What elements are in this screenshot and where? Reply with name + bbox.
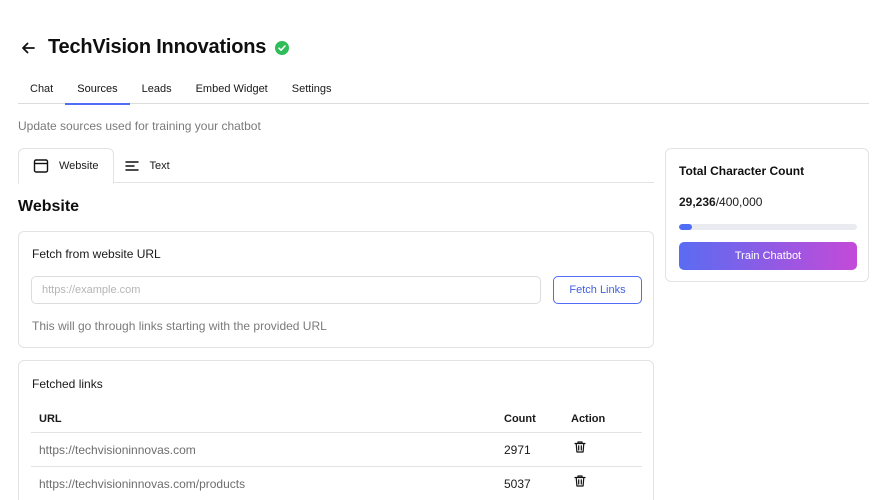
link-url: https://techvisioninnovas.com (39, 442, 196, 457)
verified-check-icon (275, 40, 290, 55)
fetch-hint-text: This will go through links starting with… (32, 319, 327, 333)
source-tab-text-label: Text (149, 159, 170, 172)
character-count-card: Total Character Count 29,236/400,000 Tra… (665, 148, 869, 282)
trash-icon[interactable] (573, 440, 587, 454)
column-header-count: Count (504, 412, 536, 425)
character-progress-bar (679, 224, 857, 230)
tab-leads[interactable]: Leads (130, 76, 184, 104)
source-tab-website[interactable]: Website (18, 148, 114, 184)
tab-sources[interactable]: Sources (65, 76, 130, 105)
character-count-limit: /400,000 (715, 195, 763, 209)
character-count-value: 29,236/400,000 (679, 195, 762, 209)
link-count: 2971 (504, 442, 531, 457)
trash-icon[interactable] (573, 474, 587, 488)
character-count-current: 29,236 (679, 195, 716, 209)
fetch-card-title: Fetch from website URL (32, 247, 161, 261)
main-tabs: Chat Sources Leads Embed Widget Settings (18, 76, 869, 105)
browser-window-icon (33, 158, 49, 174)
train-chatbot-button[interactable]: Train Chatbot (679, 242, 857, 270)
column-header-url: URL (39, 412, 62, 425)
source-tab-text[interactable]: Text (114, 148, 184, 183)
fetched-links-card: Fetched links URL Count Action https://t… (18, 360, 654, 500)
text-lines-icon (124, 158, 140, 174)
table-header: URL Count Action (31, 405, 642, 433)
page-title: TechVision Innovations (48, 36, 267, 58)
page-header: TechVision Innovations (18, 36, 290, 59)
website-url-input[interactable] (31, 276, 541, 304)
table-row: https://techvisioninnovas.com 2971 (31, 433, 642, 467)
tab-chat[interactable]: Chat (18, 76, 65, 104)
row-action (571, 474, 642, 491)
fetched-links-table: URL Count Action https://techvisioninnov… (31, 405, 642, 500)
page-subtitle: Update sources used for training your ch… (18, 119, 261, 133)
tab-embed-widget[interactable]: Embed Widget (184, 76, 280, 104)
link-count: 5037 (504, 476, 531, 491)
row-action (571, 440, 642, 457)
link-url: https://techvisioninnovas.com/products (39, 476, 246, 491)
source-tab-website-label: Website (59, 160, 99, 172)
character-count-title: Total Character Count (679, 164, 805, 178)
table-row: https://techvisioninnovas.com/products 5… (31, 467, 642, 500)
fetched-links-title: Fetched links (32, 377, 103, 391)
character-progress-fill (679, 224, 692, 230)
section-title: Website (18, 198, 80, 215)
tab-settings[interactable]: Settings (280, 76, 344, 104)
source-type-tabs: Website Text (18, 148, 654, 184)
arrow-left-icon[interactable] (18, 38, 38, 58)
fetch-url-card: Fetch from website URL Fetch Links This … (18, 231, 654, 348)
column-header-action: Action (571, 412, 606, 425)
fetch-links-button[interactable]: Fetch Links (553, 276, 642, 304)
